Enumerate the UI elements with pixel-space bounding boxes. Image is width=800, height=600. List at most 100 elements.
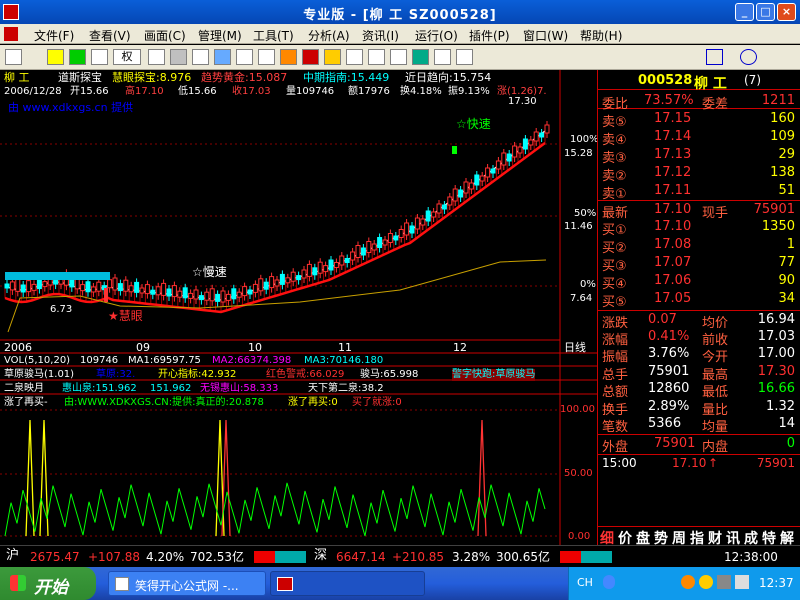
sz-label: 深 <box>314 548 328 563</box>
draw-icon[interactable] <box>192 49 209 65</box>
candle-body <box>355 245 361 258</box>
candle-body <box>204 291 210 301</box>
ind3-d: 天下第二泉:38.2 <box>308 383 384 394</box>
neipan-label: 内盘 <box>702 440 729 455</box>
latest-row: 最新 17.10 现手 75901 <box>598 200 800 221</box>
buy-level-row: 买① 17.10 1350 <box>598 218 800 238</box>
ruler-tool-icon[interactable] <box>638 49 655 65</box>
candle-body <box>182 287 188 299</box>
menu-info[interactable]: 资讯(I) <box>362 27 399 44</box>
candle-body <box>323 265 329 273</box>
candle-body <box>150 289 156 295</box>
line-tool-icon[interactable] <box>512 49 529 65</box>
menu-manage[interactable]: 管理(M) <box>198 27 242 44</box>
sell-level-vol: 160 <box>770 111 795 126</box>
menu-plugin[interactable]: 插件(P) <box>469 27 510 44</box>
x-label-2006: 2006 <box>4 341 32 354</box>
menu-help[interactable]: 帮助(H) <box>580 27 622 44</box>
candle-body <box>177 290 183 298</box>
maximize-button[interactable]: □ <box>756 3 775 21</box>
menu-window[interactable]: 窗口(W) <box>523 27 568 44</box>
menu-view[interactable]: 查看(V) <box>89 27 131 44</box>
kline-chart[interactable]: 柳 工 道斯探宝 慧眼探宝:8.976 趋势黄金:15.087 中期指南:15.… <box>0 70 599 545</box>
candle-body <box>317 261 323 274</box>
pct-50: 50% <box>574 208 597 219</box>
stat-value: 16.66 <box>757 381 795 396</box>
vol-label: VOL(5,10,20) <box>4 355 71 366</box>
stat-value: 1.32 <box>766 398 795 414</box>
chart-icon[interactable] <box>412 49 429 65</box>
print-icon[interactable] <box>5 49 22 65</box>
pages-icon[interactable] <box>368 49 385 65</box>
window-icon[interactable] <box>148 49 165 65</box>
bar-open: 开15.66 <box>70 86 109 97</box>
ray-tool-icon[interactable] <box>542 49 559 65</box>
sz-amount: 300.65亿 <box>496 550 550 564</box>
stat-row: 总额 12860 最低 16.66 <box>598 380 800 400</box>
report-icon[interactable] <box>390 49 407 65</box>
stock-num: (7) <box>744 73 761 87</box>
panel-icon[interactable] <box>214 49 231 65</box>
menu-tools[interactable]: 工具(T) <box>253 27 294 44</box>
grid-icon[interactable] <box>258 49 275 65</box>
taskbar-item-app[interactable] <box>270 571 425 596</box>
taskbar-item-browser[interactable]: 笑得开心公式网 -... <box>108 571 266 596</box>
candle-body <box>436 203 442 214</box>
chain-icon[interactable] <box>170 49 187 65</box>
candle-body <box>485 167 491 178</box>
triangle-tool-icon[interactable] <box>770 49 787 65</box>
chart-ind-item-3: 中期指南:15.449 <box>303 71 390 84</box>
menu-run[interactable]: 运行(O) <box>415 27 458 44</box>
layout-icon[interactable] <box>456 49 473 65</box>
alert-icon[interactable] <box>302 49 319 65</box>
rsi-icon[interactable] <box>47 49 64 65</box>
period-label[interactable]: 日线 <box>564 342 586 354</box>
start-button[interactable]: 开始 <box>0 567 96 600</box>
help-icon[interactable] <box>603 575 615 589</box>
menu-file[interactable]: 文件(F) <box>34 27 74 44</box>
stat-value: 3.76% <box>648 346 690 361</box>
arrow-tool-icon[interactable] <box>672 49 689 65</box>
list-icon[interactable] <box>236 49 253 65</box>
candle-body <box>274 279 280 287</box>
stat-value: 17.30 <box>757 363 795 379</box>
candle-body <box>231 288 237 300</box>
candle-body <box>490 168 496 174</box>
rect-tool-icon[interactable] <box>706 49 723 65</box>
menu-screen[interactable]: 画面(C) <box>144 27 186 44</box>
candle-body <box>144 284 150 295</box>
messenger-icon[interactable] <box>681 575 695 589</box>
menu-analysis[interactable]: 分析(A) <box>308 27 350 44</box>
stat-value: 0.41% <box>648 328 690 344</box>
menu-app-icon[interactable] <box>4 27 18 41</box>
parallel-tool-icon[interactable] <box>572 49 589 65</box>
sell-level-price: 17.13 <box>654 147 692 162</box>
volume-icon[interactable] <box>735 575 749 589</box>
candle-body <box>285 277 291 284</box>
circle-tool-icon[interactable] <box>740 49 757 65</box>
weicha-value: 1211 <box>761 93 795 108</box>
price-high-label: 17.30 <box>508 96 537 107</box>
stat-row: 振幅 3.76% 今开 17.00 <box>598 345 800 365</box>
stat-value: 75901 <box>648 363 690 379</box>
cursor-icon[interactable] <box>488 49 505 65</box>
candle-body <box>517 146 523 154</box>
split-icon[interactable] <box>434 49 451 65</box>
find-icon[interactable] <box>280 49 297 65</box>
network-icon[interactable] <box>717 575 731 589</box>
zoom-icon[interactable] <box>91 49 108 65</box>
close-button[interactable]: × <box>777 3 796 21</box>
weibi-value: 73.57% <box>644 93 694 108</box>
sh-pct: 4.20% <box>146 550 185 564</box>
sz-breadth-bar <box>560 551 612 563</box>
quan-select[interactable]: 权 <box>113 49 141 65</box>
move-icon[interactable] <box>69 49 86 65</box>
minimize-button[interactable]: _ <box>735 3 754 21</box>
text-icon[interactable] <box>346 49 363 65</box>
fan-tool-icon[interactable] <box>604 49 621 65</box>
lang-indicator[interactable]: CH <box>577 576 593 589</box>
pencil-icon[interactable] <box>324 49 341 65</box>
candle-body <box>220 290 226 303</box>
qq-icon[interactable] <box>699 575 713 589</box>
sz-index: 6647.14 <box>336 550 386 564</box>
